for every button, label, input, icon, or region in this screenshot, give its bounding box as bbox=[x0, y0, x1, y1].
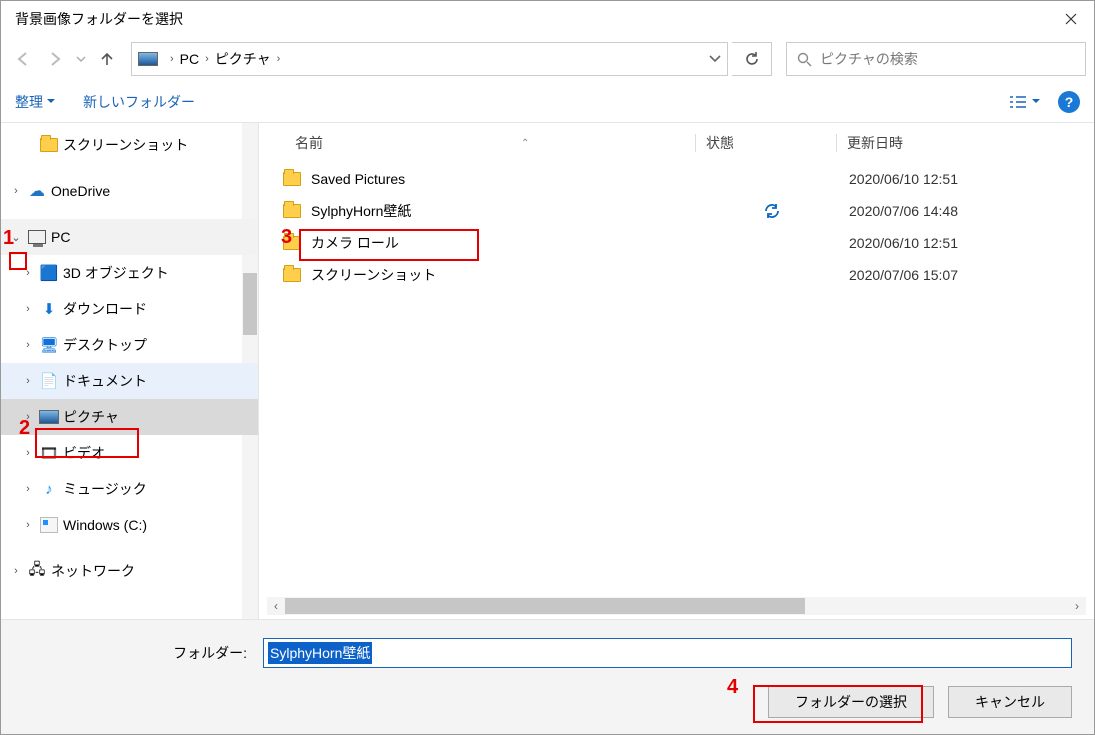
recent-dropdown[interactable] bbox=[73, 45, 89, 73]
file-row[interactable]: Saved Pictures 2020/06/10 12:51 bbox=[259, 163, 1094, 195]
refresh-button[interactable] bbox=[732, 42, 772, 76]
organize-menu[interactable]: 整理 bbox=[15, 92, 55, 112]
expander-icon[interactable]: › bbox=[21, 447, 35, 459]
tree-item-music[interactable]: › ♪ ミュージック bbox=[1, 471, 258, 507]
chevron-down-icon[interactable] bbox=[709, 55, 721, 63]
horizontal-scrollbar[interactable]: ‹ › bbox=[267, 597, 1086, 615]
drive-icon bbox=[39, 516, 59, 534]
expander-icon[interactable]: › bbox=[21, 411, 35, 423]
expander-icon[interactable]: › bbox=[21, 519, 35, 531]
video-icon: 🎞 bbox=[39, 444, 59, 462]
column-status[interactable]: 状態 bbox=[706, 133, 836, 153]
select-folder-button[interactable]: フォルダーの選択 bbox=[768, 686, 934, 718]
title-bar: 背景画像フォルダーを選択 bbox=[1, 1, 1094, 37]
tree-item-pc[interactable]: ⌄ PC bbox=[1, 219, 258, 255]
expander-icon[interactable]: › bbox=[21, 267, 35, 279]
folder-icon bbox=[283, 236, 301, 250]
expander-icon[interactable]: › bbox=[21, 303, 35, 315]
sort-indicator-icon: ⌃ bbox=[521, 138, 529, 149]
folder-icon bbox=[283, 172, 301, 186]
folder-name-input[interactable]: SylphyHorn壁紙 bbox=[263, 638, 1072, 668]
breadcrumb-pc[interactable]: PC bbox=[180, 51, 199, 67]
desktop-icon: 🖥 bbox=[39, 336, 59, 354]
toolbar: 整理 新しいフォルダー ? bbox=[1, 81, 1094, 123]
scroll-left-icon[interactable]: ‹ bbox=[267, 599, 285, 613]
folder-icon bbox=[283, 268, 301, 282]
folder-name-value: SylphyHorn壁紙 bbox=[268, 642, 372, 664]
bottom-panel: フォルダー: SylphyHorn壁紙 フォルダーの選択 キャンセル bbox=[1, 619, 1094, 734]
view-options-button[interactable] bbox=[1008, 94, 1040, 110]
help-button[interactable]: ? bbox=[1058, 91, 1080, 113]
tree-item-documents[interactable]: › 📄 ドキュメント bbox=[1, 363, 258, 399]
folder-icon bbox=[283, 204, 301, 218]
column-headers: 名前 ⌃ 状態 更新日時 bbox=[259, 123, 1094, 163]
file-row[interactable]: カメラ ロール 2020/06/10 12:51 bbox=[259, 227, 1094, 259]
scroll-right-icon[interactable]: › bbox=[1068, 599, 1086, 613]
close-button[interactable] bbox=[1048, 1, 1094, 37]
chevron-right-icon[interactable]: › bbox=[271, 53, 287, 65]
column-date[interactable]: 更新日時 bbox=[847, 133, 1094, 153]
location-icon bbox=[138, 52, 158, 66]
search-placeholder: ピクチャの検索 bbox=[820, 49, 918, 69]
tree-item-videos[interactable]: › 🎞 ビデオ bbox=[1, 435, 258, 471]
file-row[interactable]: SylphyHorn壁紙 2020/07/06 14:48 bbox=[259, 195, 1094, 227]
music-icon: ♪ bbox=[39, 480, 59, 498]
tree-item-desktop[interactable]: › 🖥 デスクトップ bbox=[1, 327, 258, 363]
tree-item-cdrive[interactable]: › Windows (C:) bbox=[1, 507, 258, 543]
expander-icon[interactable]: › bbox=[21, 339, 35, 351]
pictures-icon bbox=[39, 408, 59, 426]
window-title: 背景画像フォルダーを選択 bbox=[15, 9, 1048, 29]
folder-picker-dialog: 背景画像フォルダーを選択 › PC › ピクチャ › bbox=[0, 0, 1095, 735]
file-row[interactable]: スクリーンショット 2020/07/06 15:07 bbox=[259, 259, 1094, 291]
address-bar[interactable]: › PC › ピクチャ › bbox=[131, 42, 728, 76]
chevron-right-icon[interactable]: › bbox=[164, 53, 180, 65]
search-input[interactable]: ピクチャの検索 bbox=[786, 42, 1086, 76]
breadcrumb-pictures[interactable]: ピクチャ bbox=[215, 49, 271, 69]
tree-item-network[interactable]: › 🖧 ネットワーク bbox=[1, 553, 258, 589]
navigation-tree: スクリーンショット › ☁ OneDrive ⌄ PC › 🟦 3D オブジェク… bbox=[1, 123, 259, 619]
dialog-body: スクリーンショット › ☁ OneDrive ⌄ PC › 🟦 3D オブジェク… bbox=[1, 123, 1094, 619]
tree-item-onedrive[interactable]: › ☁ OneDrive bbox=[1, 173, 258, 209]
expander-icon[interactable]: › bbox=[21, 375, 35, 387]
expander-icon[interactable]: › bbox=[21, 483, 35, 495]
expander-icon[interactable]: ⌄ bbox=[9, 231, 23, 244]
tree-item-pictures[interactable]: › ピクチャ bbox=[1, 399, 258, 435]
forward-button[interactable] bbox=[41, 45, 69, 73]
tree-item-3dobjects[interactable]: › 🟦 3D オブジェクト bbox=[1, 255, 258, 291]
cloud-icon: ☁ bbox=[27, 182, 47, 200]
document-icon: 📄 bbox=[39, 372, 59, 390]
chevron-right-icon[interactable]: › bbox=[199, 53, 215, 65]
objects3d-icon: 🟦 bbox=[39, 264, 59, 282]
sync-icon bbox=[707, 202, 837, 220]
cancel-button[interactable]: キャンセル bbox=[948, 686, 1072, 718]
back-button[interactable] bbox=[9, 45, 37, 73]
new-folder-button[interactable]: 新しいフォルダー bbox=[83, 92, 195, 112]
file-list-pane: 名前 ⌃ 状態 更新日時 Saved Pictures 2020/06/10 1… bbox=[259, 123, 1094, 619]
tree-item-screenshots[interactable]: スクリーンショット bbox=[1, 127, 258, 163]
expander-icon[interactable]: › bbox=[9, 565, 23, 577]
up-button[interactable] bbox=[93, 45, 121, 73]
download-icon: ⬇ bbox=[39, 300, 59, 318]
column-separator[interactable] bbox=[836, 134, 837, 152]
network-icon: 🖧 bbox=[27, 562, 47, 580]
nav-row: › PC › ピクチャ › ピクチャの検索 bbox=[1, 37, 1094, 81]
search-icon bbox=[797, 52, 812, 67]
scroll-thumb[interactable] bbox=[285, 598, 805, 614]
tree-item-downloads[interactable]: › ⬇ ダウンロード bbox=[1, 291, 258, 327]
expander-icon[interactable]: › bbox=[9, 185, 23, 197]
column-name[interactable]: 名前 ⌃ bbox=[295, 133, 695, 153]
pc-icon bbox=[27, 228, 47, 246]
folder-field-label: フォルダー: bbox=[23, 643, 253, 663]
column-separator[interactable] bbox=[695, 134, 696, 152]
